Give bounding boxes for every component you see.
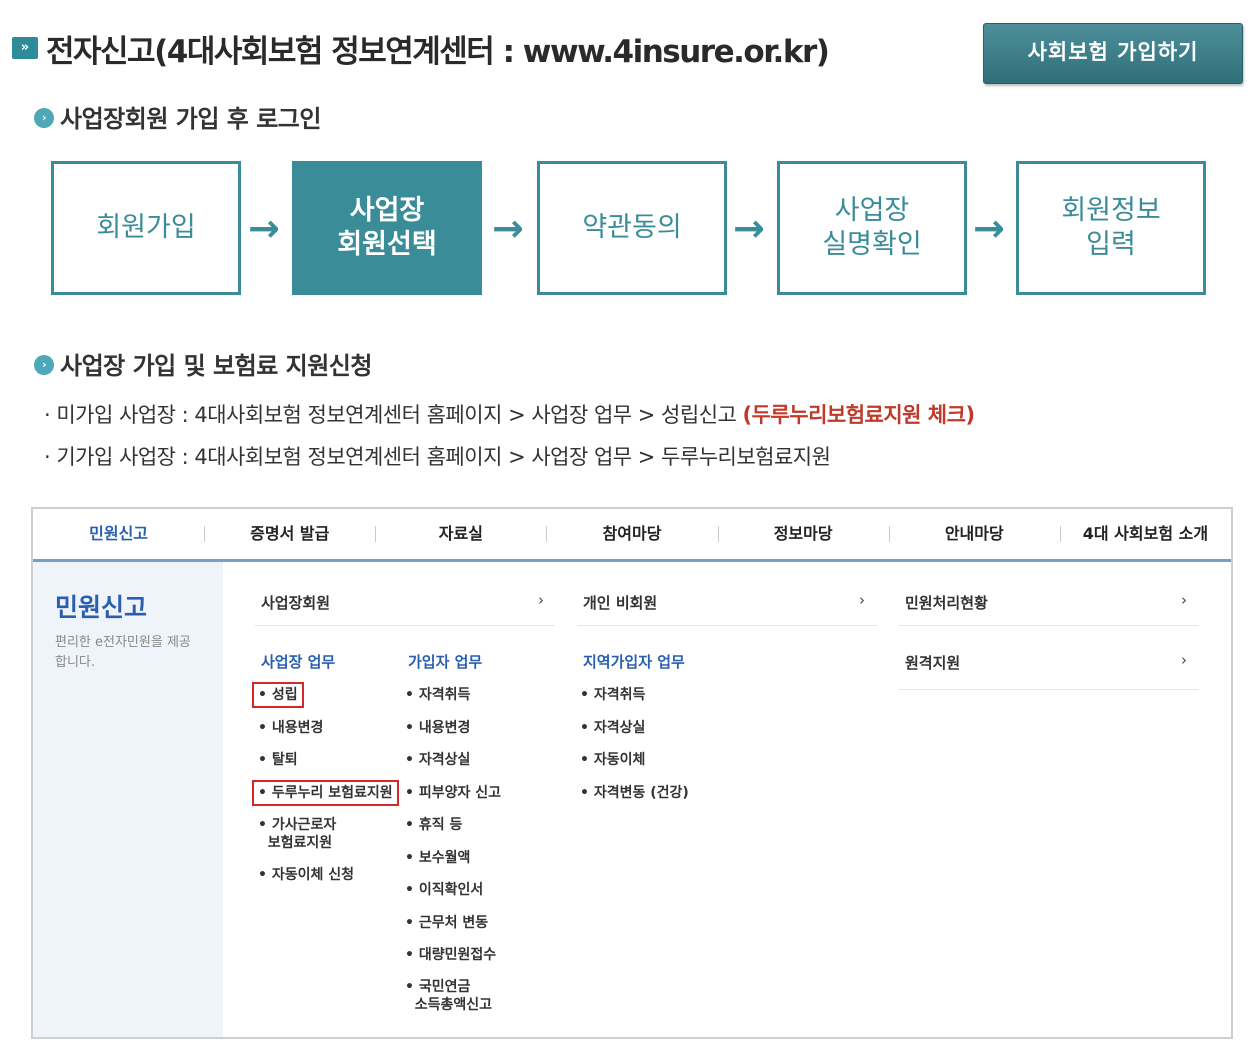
- page-title: 전자신고(4대사회보험 정보연계센터 : www.4insure.or.kr): [46, 34, 830, 70]
- arrow-right-icon: →: [973, 206, 1005, 250]
- menu-item-qualify[interactable]: • 자격취득: [580, 686, 645, 704]
- chevron-right-icon[interactable]: ›: [1181, 591, 1187, 609]
- chevron-right-icon: ›: [34, 108, 54, 128]
- divider: [899, 689, 1199, 690]
- step-verify-business: 사업장 실명확인: [777, 161, 967, 295]
- menu-business-member[interactable]: 사업장회원: [261, 592, 330, 613]
- tab-guide[interactable]: 안내마당: [888, 509, 1060, 559]
- divider: [255, 625, 555, 626]
- category-subscriber: 가입자 업무: [408, 653, 483, 671]
- tab-participation[interactable]: 참여마당: [546, 509, 717, 559]
- section-login-title: 사업장회원 가입 후 로그인: [60, 105, 321, 133]
- step-member-info: 회원정보 입력: [1016, 161, 1206, 295]
- tab-information[interactable]: 정보마당: [717, 509, 889, 559]
- chevron-right-icon[interactable]: ›: [1181, 651, 1187, 669]
- instruction-text: 미가입 사업장 : 4대사회보험 정보연계센터 홈페이지 > 사업장 업무 > …: [56, 403, 743, 427]
- chevron-right-icon[interactable]: ›: [859, 591, 865, 609]
- step-signup: 회원가입: [51, 161, 241, 295]
- top-navigation: 민원신고 증명서 발급 자료실 참여마당 정보마당 안내마당 4대 사회보험 소…: [33, 509, 1231, 562]
- menu-item-disqualify[interactable]: • 자격상실: [580, 719, 645, 737]
- sidebar-title: 민원신고: [55, 593, 148, 622]
- menu-remote-support[interactable]: 원격지원: [905, 652, 960, 673]
- menu-item-establish[interactable]: • 성립: [252, 682, 304, 708]
- arrow-right-icon: →: [492, 206, 524, 250]
- arrow-right-icon: →: [733, 206, 765, 250]
- menu-item-content-change[interactable]: • 내용변경: [405, 719, 470, 737]
- chevron-right-icon: ›: [34, 355, 54, 375]
- tab-about[interactable]: 4대 사회보험 소개: [1059, 509, 1231, 559]
- divider: [577, 625, 877, 626]
- header-icon: »: [12, 37, 38, 59]
- chevron-right-icon[interactable]: ›: [538, 591, 544, 609]
- menu-item-qualification-change[interactable]: • 자격변동 (건강): [580, 784, 689, 802]
- sidebar-description: 편리한 e전자민원을 제공합니다.: [55, 635, 191, 670]
- section-apply-heading: › 사업장 가입 및 보험료 지원신청: [34, 346, 372, 381]
- step-agree-terms: 약관동의: [537, 161, 727, 295]
- step-select-business-member: 사업장 회원선택: [292, 161, 482, 295]
- menu-processing-status[interactable]: 민원처리현황: [905, 592, 988, 613]
- tab-civil-report[interactable]: 민원신고: [33, 509, 204, 559]
- menu-item-withdraw[interactable]: • 탈퇴: [258, 751, 298, 769]
- menu-item-dependent-report[interactable]: • 피부양자 신고: [405, 784, 501, 802]
- category-business: 사업장 업무: [261, 653, 336, 671]
- menu-item-workplace-change[interactable]: • 근무처 변동: [405, 914, 488, 932]
- instruction-line-registered: · 기가입 사업장 : 4대사회보험 정보연계센터 홈페이지 > 사업장 업무 …: [44, 445, 831, 469]
- menu-item-monthly-pay[interactable]: • 보수월액: [405, 849, 470, 867]
- menu-item-leave[interactable]: • 휴직 등: [405, 816, 462, 834]
- menu-item-durunuri-support[interactable]: • 두루누리 보험료지원: [252, 780, 399, 806]
- menu-item-qualify[interactable]: • 자격취득: [405, 686, 470, 704]
- arrow-right-icon: →: [248, 206, 280, 250]
- menu-item-auto-transfer[interactable]: • 자동이체 신청: [258, 866, 354, 884]
- tab-certificates[interactable]: 증명서 발급: [204, 509, 375, 559]
- instruction-line-unregistered: · 미가입 사업장 : 4대사회보험 정보연계센터 홈페이지 > 사업장 업무 …: [44, 403, 976, 427]
- tab-resources[interactable]: 자료실: [375, 509, 546, 559]
- menu-item-content-change[interactable]: • 내용변경: [258, 719, 323, 737]
- menu-item-domestic-worker-support[interactable]: • 가사근로자 보험료지원: [258, 816, 336, 852]
- section-apply-title: 사업장 가입 및 보험료 지원신청: [60, 352, 372, 380]
- menu-item-separation-cert[interactable]: • 이직확인서: [405, 881, 483, 899]
- menu-item-pension-income-report[interactable]: • 국민연금 소득총액신고: [405, 978, 492, 1014]
- category-regional: 지역가입자 업무: [583, 653, 685, 671]
- instruction-text: 기가입 사업장 : 4대사회보험 정보연계센터 홈페이지 > 사업장 업무 > …: [56, 445, 831, 469]
- menu-item-disqualify[interactable]: • 자격상실: [405, 751, 470, 769]
- divider: [899, 625, 1199, 626]
- menu-individual-guest[interactable]: 개인 비회원: [583, 592, 657, 613]
- join-social-insurance-button[interactable]: 사회보험 가입하기: [983, 23, 1243, 84]
- highlight-note: (두루누리보험료지원 체크): [742, 403, 976, 427]
- section-login-heading: › 사업장회원 가입 후 로그인: [34, 99, 321, 134]
- menu-item-bulk-request[interactable]: • 대량민원접수: [405, 946, 496, 964]
- menu-item-auto-transfer[interactable]: • 자동이체: [580, 751, 645, 769]
